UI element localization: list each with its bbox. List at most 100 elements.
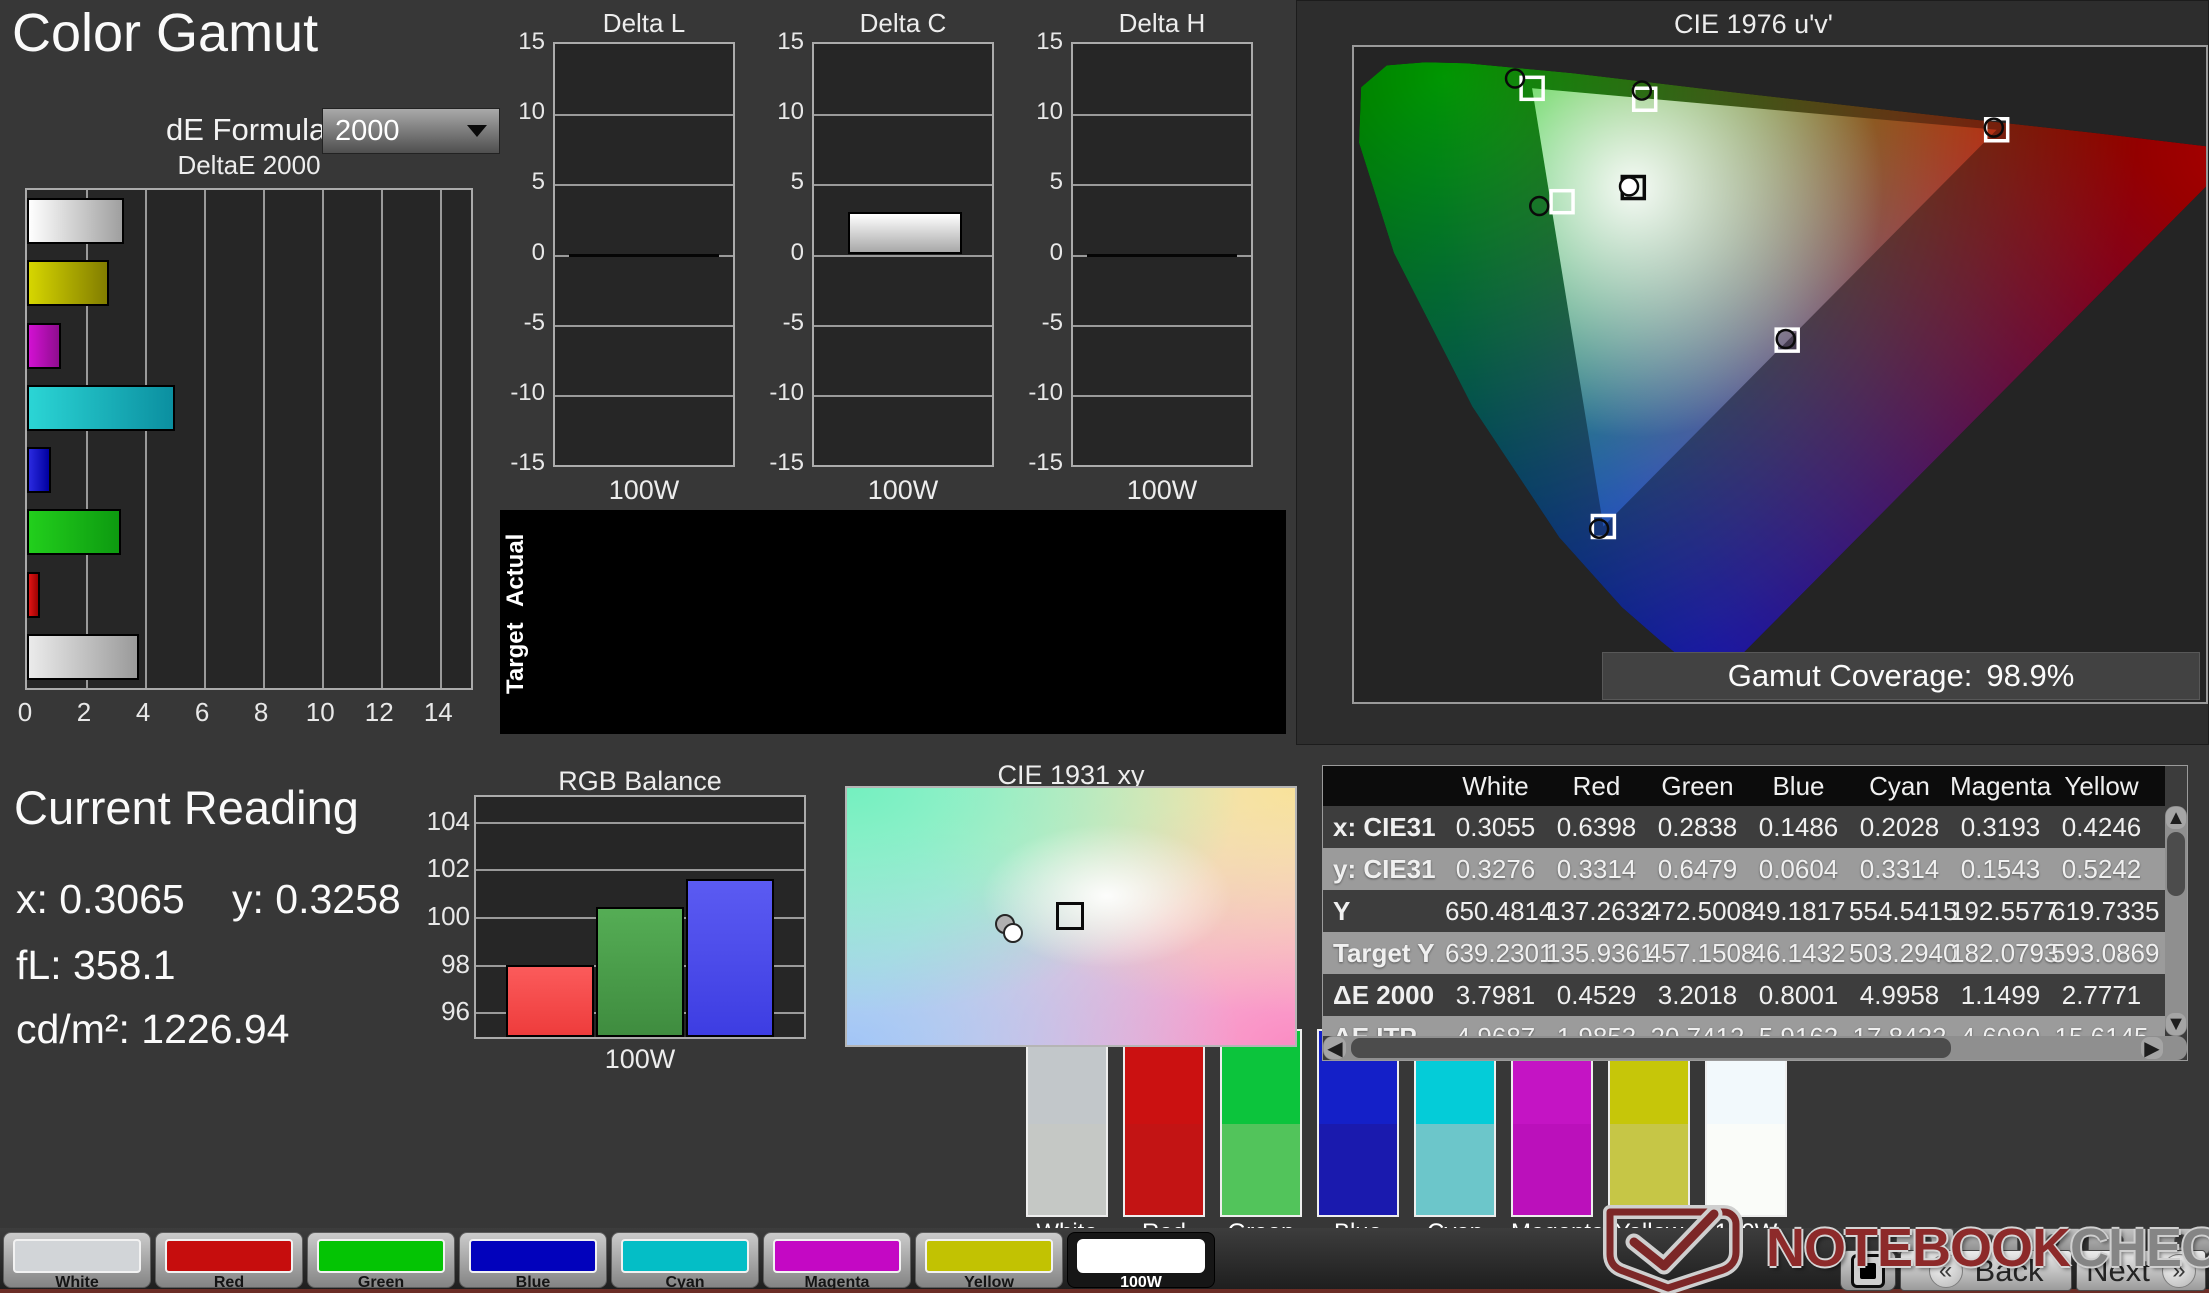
delta-y-tick: 5 [531, 168, 545, 196]
patch-tab-swatch [317, 1239, 445, 1273]
table-body: x: CIE31 0.3055 0.6398 0.2838 0.1486 0.2028 0.… [1323, 806, 2165, 1036]
table-cell: 619.7335 [2051, 895, 2160, 926]
table-cell: 2.7771 [2061, 979, 2142, 1010]
deltae-bar-magenta [27, 322, 61, 369]
row-label: y: CIE31 [1333, 853, 1436, 884]
back-button-label: Back [1974, 1252, 2044, 1288]
delta-y-tick: 5 [790, 168, 804, 196]
patch-tab-cyan[interactable]: Cyan [611, 1232, 759, 1291]
table-column-header: White [1462, 770, 1529, 801]
stop-button[interactable] [1840, 1250, 1896, 1291]
patch-tab-swatch [925, 1239, 1053, 1273]
delta-y-tick: 5 [1049, 168, 1063, 196]
scroll-down-arrow[interactable]: ▼ [2166, 1013, 2186, 1035]
patch-tab-yellow[interactable]: Yellow [915, 1232, 1063, 1291]
delta_l-zero-bar [569, 253, 719, 257]
deltae-chart [25, 188, 473, 690]
table-row: Y 650.4814 137.2632 472.5008 49.1817 554.5415… [1323, 890, 2165, 932]
table-cell: 182.0793 [1950, 937, 2059, 968]
table-cell: 3.2018 [1657, 979, 1738, 1010]
table-cell: 0.2838 [1657, 811, 1738, 842]
deltae-x-tick: 0 [17, 697, 33, 727]
scroll-up-arrow[interactable]: ▲ [2166, 807, 2186, 829]
patch-tab-red[interactable]: Red [155, 1232, 303, 1291]
horizontal-scroll-thumb[interactable] [1351, 1038, 1951, 1058]
table-cell: 5.9162 [1748, 1022, 1849, 1037]
table-cell: 472.5008 [1647, 895, 1756, 926]
table-cell: 1.9853 [1546, 1022, 1647, 1037]
scroll-right-arrow[interactable]: ▶ [2141, 1037, 2163, 1060]
table-cell: 46.1432 [1751, 937, 1846, 968]
rgb-y-tick: 102 [426, 853, 470, 884]
table-cell: 0.6479 [1657, 853, 1738, 884]
cie1931-target-marker [1055, 901, 1084, 930]
deltae-x-tick: 10 [305, 697, 335, 727]
rgb-bar-green [596, 907, 684, 1037]
delta-gridline [1073, 184, 1251, 187]
delta-gridline [1073, 324, 1251, 327]
table-cell: 192.5577 [1950, 895, 2059, 926]
deltae-x-tick: 6 [194, 697, 210, 727]
deltae-bar-white [27, 633, 140, 680]
table-cell: 639.2301 [1445, 937, 1554, 968]
measurement-table: White Red Green Blue Cyan Magenta Yellow x: CIE… [1322, 765, 2188, 1061]
delta-gridline [1073, 114, 1251, 117]
table-cell: 17.8422 [1849, 1022, 1950, 1037]
delta-gridline [814, 324, 992, 327]
delta-y-tick: -5 [523, 308, 545, 336]
table-cell: 0.3193 [1960, 811, 2041, 842]
patch-tab-swatch [165, 1239, 293, 1273]
next-button-label: Next [2086, 1252, 2150, 1288]
delta-x-label: 100W [1126, 475, 1198, 505]
delta-chart-title: Delta H [1118, 8, 1206, 38]
swatch-target [1414, 1124, 1496, 1217]
table-column-header: Red [1572, 770, 1621, 801]
swatch-target [1317, 1124, 1399, 1217]
deltae-bar-yellow [27, 260, 110, 307]
delta-y-tick: 0 [531, 238, 545, 266]
patch-tab-white[interactable]: White [3, 1232, 151, 1291]
rgb-gridline [476, 821, 804, 824]
table-cell: 554.5415 [1849, 895, 1958, 926]
swatch-compare-panel: Actual Target WhiteRedGreenBlueCyanMagen… [500, 510, 1787, 1246]
delta_h-chart [1071, 42, 1253, 467]
table-row: ΔE 2000 3.7981 0.4529 3.2018 0.8001 4.9958 1.1… [1323, 974, 2165, 1016]
actual-row-label: Actual [502, 533, 529, 607]
back-button[interactable]: « Back [1900, 1250, 2072, 1291]
deltae-x-tick: 14 [423, 697, 453, 727]
deltae-gridline [145, 190, 148, 688]
table-cell: 593.0869 [2051, 937, 2160, 968]
patch-tab-green[interactable]: Green [307, 1232, 455, 1291]
patch-tab-100w[interactable]: 100W [1067, 1232, 1215, 1291]
table-cell: 650.4814 [1445, 895, 1554, 926]
gamut-coverage-readout: Gamut Coverage: 98.9% [1602, 652, 2200, 700]
table-horizontal-scrollbar[interactable]: ◀ ▶ [1323, 1036, 2187, 1060]
cie1976-plot [1352, 45, 2208, 704]
table-cell: 0.5242 [2061, 853, 2142, 884]
deltae-bar-red [27, 571, 41, 618]
toolbar-button-icon [2110, 1234, 2124, 1248]
vertical-scroll-thumb[interactable] [2167, 832, 2185, 896]
patch-tab-blue[interactable]: Blue [459, 1232, 607, 1291]
rgb-y-tick: 98 [441, 948, 470, 979]
table-cell: 135.9361 [1546, 937, 1655, 968]
patch-tab-swatch [13, 1239, 141, 1273]
current-reading-title: Current Reading [14, 781, 359, 834]
de-formula-dropdown[interactable]: 2000 [322, 108, 500, 154]
table-cell: 137.2632 [1546, 895, 1655, 926]
delta-y-tick: 10 [777, 98, 804, 126]
table-cell: 20.7412 [1647, 1022, 1748, 1037]
delta-y-tick: 10 [1036, 98, 1063, 126]
delta-gridline [1073, 394, 1251, 397]
swatch-target [1123, 1124, 1205, 1217]
table-cell: 0.3055 [1455, 811, 1536, 842]
table-row: Target Y 639.2301 135.9361 457.1508 46.1432 5… [1323, 932, 2165, 974]
patch-tab-swatch [621, 1239, 749, 1273]
table-cell: 0.1486 [1758, 811, 1839, 842]
scroll-left-arrow[interactable]: ◀ [1324, 1037, 1346, 1060]
delta-y-tick: 15 [777, 28, 804, 55]
deltae-x-tick: 12 [364, 697, 394, 727]
next-button[interactable]: Next » [2076, 1250, 2206, 1291]
table-vertical-scrollbar[interactable]: ▲ ▼ [2165, 806, 2187, 1036]
patch-tab-magenta[interactable]: Magenta [763, 1232, 911, 1291]
